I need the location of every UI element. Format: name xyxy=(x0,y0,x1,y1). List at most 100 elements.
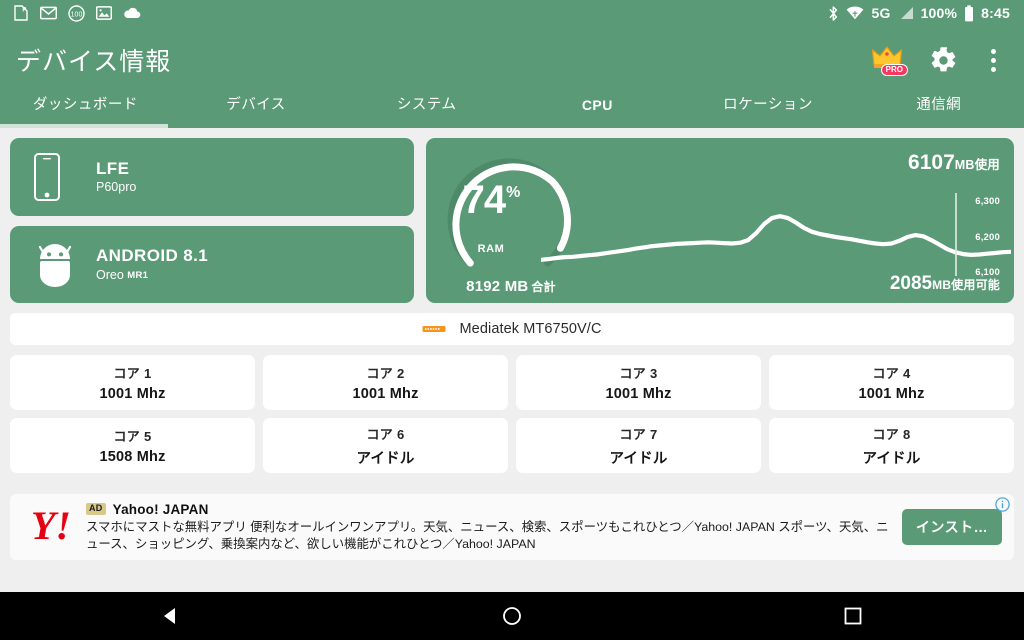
svg-text:100: 100 xyxy=(71,11,83,18)
image-icon xyxy=(96,6,112,20)
ad-body: AD Yahoo! JAPAN スマホにマストな無料アプリ 便利なオールインワン… xyxy=(80,502,902,552)
core-label: コア 6 xyxy=(366,426,405,442)
more-vertical-icon[interactable] xyxy=(982,48,1004,72)
device-model: P60pro xyxy=(96,180,137,195)
ram-percent: 74% xyxy=(426,178,556,223)
ad-header: AD Yahoo! JAPAN xyxy=(86,502,892,517)
core-card-1[interactable]: コア 1 1001 Mhz xyxy=(10,355,255,410)
app-bar: デバイス情報 PRO xyxy=(0,26,1024,94)
tab-dashboard[interactable]: ダッシュボード xyxy=(0,94,171,113)
battery-100-circle-icon: 100 xyxy=(68,4,85,22)
tab-network[interactable]: 通信網 xyxy=(853,94,1024,113)
bluetooth-icon xyxy=(829,5,838,21)
wifi-icon xyxy=(847,6,864,20)
svg-text:P: P xyxy=(22,7,26,13)
cloud-icon xyxy=(124,7,141,19)
nav-recents-button[interactable] xyxy=(683,592,1024,640)
ram-card[interactable]: 74% RAM 8192 MB 合計 6107MB使用 2085MB使用可能 6… xyxy=(426,138,1014,303)
core-card-5[interactable]: コア 5 1508 Mhz xyxy=(10,418,255,473)
cpu-core-grid: コア 1 1001 Mhz コア 2 1001 Mhz コア 3 1001 Mh… xyxy=(0,345,1024,473)
chart-axis-line xyxy=(955,193,957,276)
cpu-banner[interactable]: Mediatek MT6750V/C xyxy=(10,313,1014,345)
page-title: デバイス情報 xyxy=(16,48,172,76)
nav-back-button[interactable] xyxy=(0,592,341,640)
smartphone-icon xyxy=(34,153,60,201)
tab-device[interactable]: デバイス xyxy=(171,94,342,113)
core-value: 1001 Mhz xyxy=(858,386,925,402)
os-codename: Oreo MR1 xyxy=(96,267,208,283)
android-robot-icon xyxy=(38,243,72,287)
core-card-2[interactable]: コア 2 1001 Mhz xyxy=(263,355,508,410)
core-value: 1001 Mhz xyxy=(99,386,166,402)
ram-gauge-label: RAM xyxy=(477,243,505,255)
info-circle-icon[interactable] xyxy=(995,497,1010,512)
dashboard-content: LFE P60pro ANDROID 8.1 Oreo MR1 74% RAM … xyxy=(0,128,1024,584)
os-name: ANDROID 8.1 xyxy=(96,246,209,266)
sim-card-icon: P xyxy=(14,5,28,21)
ram-total-suffix: 合計 xyxy=(531,280,556,294)
ram-ytick-0: 6,300 xyxy=(975,196,1000,207)
os-card[interactable]: ANDROID 8.1 Oreo MR1 xyxy=(10,226,414,303)
ram-percent-value: 74 xyxy=(462,178,506,222)
left-cards-column: LFE P60pro ANDROID 8.1 Oreo MR1 xyxy=(10,138,414,303)
tab-system[interactable]: システム xyxy=(341,94,512,113)
core-value: 1001 Mhz xyxy=(605,386,672,402)
ram-percent-symbol: % xyxy=(506,184,520,201)
core-label: コア 5 xyxy=(113,429,152,444)
ram-history-chart xyxy=(541,168,1011,278)
network-type-label: 5G xyxy=(871,5,891,21)
os-revision-label: MR1 xyxy=(127,269,149,281)
core-label: コア 3 xyxy=(619,366,658,381)
gear-icon[interactable] xyxy=(929,46,958,75)
battery-full-icon xyxy=(965,4,974,21)
core-value: アイドル xyxy=(862,450,921,467)
status-bar-left-icons: P 100 xyxy=(14,4,141,22)
ram-ytick-1: 6,200 xyxy=(975,232,1000,243)
os-codename-label: Oreo xyxy=(96,267,124,282)
device-name: LFE xyxy=(96,158,130,178)
top-cards-row: LFE P60pro ANDROID 8.1 Oreo MR1 74% RAM … xyxy=(0,128,1024,303)
system-navigation-bar xyxy=(0,592,1024,640)
core-row-2: コア 5 1508 Mhz コア 6 アイドル コア 7 アイドル コア 8 ア… xyxy=(10,418,1014,473)
cpu-model-label: Mediatek MT6750V/C xyxy=(459,321,602,337)
nav-home-button[interactable] xyxy=(341,592,682,640)
tab-location[interactable]: ロケーション xyxy=(683,94,854,113)
cpu-chip-icon xyxy=(422,326,446,332)
pro-upgrade-button[interactable]: PRO xyxy=(871,45,908,76)
core-value: アイドル xyxy=(609,450,668,467)
core-label: コア 1 xyxy=(113,366,152,381)
tab-cpu[interactable]: CPU xyxy=(512,94,683,112)
core-value: 1508 Mhz xyxy=(99,449,166,465)
recents-square-icon xyxy=(844,607,862,625)
core-card-8[interactable]: コア 8 アイドル xyxy=(769,418,1014,473)
core-label: コア 8 xyxy=(872,426,911,442)
core-card-7[interactable]: コア 7 アイドル xyxy=(516,418,761,473)
signal-bars-icon xyxy=(900,7,913,19)
ram-total: 8192 MB 合計 xyxy=(436,278,586,295)
ad-brand-label: Yahoo! JAPAN xyxy=(112,501,209,517)
mail-icon xyxy=(40,6,57,20)
ad-badge: AD xyxy=(86,503,106,516)
back-triangle-icon xyxy=(163,608,175,624)
ad-banner[interactable]: Y! AD Yahoo! JAPAN スマホにマストな無料アプリ 便利なオールイ… xyxy=(10,494,1014,560)
battery-percent-label: 100% xyxy=(920,5,958,21)
clock-label: 8:45 xyxy=(981,5,1010,21)
home-circle-icon xyxy=(503,607,521,625)
core-card-4[interactable]: コア 4 1001 Mhz xyxy=(769,355,1014,410)
yahoo-logo: Y! xyxy=(26,507,80,547)
ram-ytick-2: 6,100 xyxy=(975,267,1000,278)
core-row-1: コア 1 1001 Mhz コア 2 1001 Mhz コア 3 1001 Mh… xyxy=(10,355,1014,410)
ram-free-suffix: MB使用可能 xyxy=(932,278,1000,292)
status-bar: P 100 5G 100% 8:45 xyxy=(0,0,1024,26)
core-value: アイドル xyxy=(356,450,415,467)
core-card-6[interactable]: コア 6 アイドル xyxy=(263,418,508,473)
device-card[interactable]: LFE P60pro xyxy=(10,138,414,216)
yahoo-y-logo-icon: Y! xyxy=(31,507,71,547)
pro-badge-label: PRO xyxy=(880,64,908,76)
core-label: コア 4 xyxy=(872,366,911,381)
ad-install-button[interactable]: インスト… xyxy=(902,509,1002,545)
ad-description: スマホにマストな無料アプリ 便利なオールインワンアプリ。天気、ニュース、検索、ス… xyxy=(86,519,889,551)
core-label: コア 2 xyxy=(366,366,405,381)
core-card-3[interactable]: コア 3 1001 Mhz xyxy=(516,355,761,410)
svg-text:Y!: Y! xyxy=(31,507,71,547)
